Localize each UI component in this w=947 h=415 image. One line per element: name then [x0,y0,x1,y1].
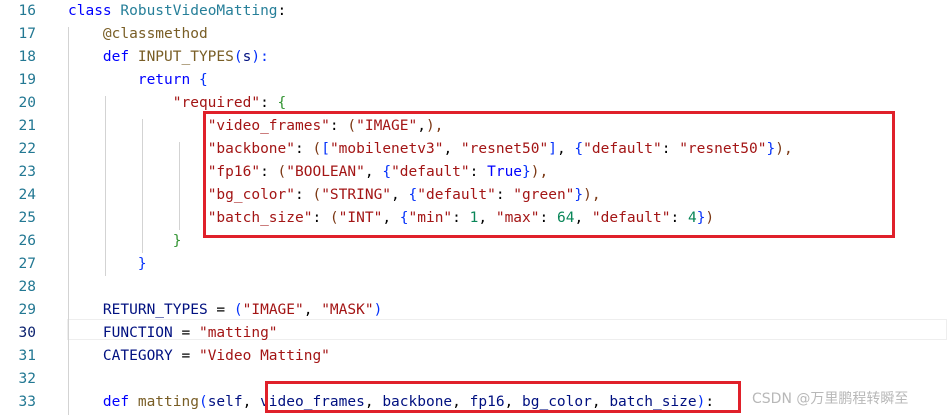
code-text: FUNCTION = "matting" [68,322,278,345]
code-token: matting [137,394,199,410]
indent-guide [105,96,106,276]
code-token: "Video Matting" [198,348,330,364]
code-token: INPUT_TYPES [137,49,234,65]
line-number: 19 [18,72,36,88]
code-line[interactable]: 18 def INPUT_TYPES(s): [0,46,947,69]
code-token: , [242,394,261,410]
code-token: RobustVideoMatting [120,3,278,19]
watermark: CSDN @万里鹏程转瞬至 [752,387,909,411]
code-line[interactable]: 28 [0,276,947,299]
code-line[interactable]: 17 @classmethod [0,23,947,46]
line-number: 28 [18,279,36,295]
code-token: { [198,72,208,88]
code-text: @classmethod [68,23,208,46]
code-token: } [137,256,147,272]
code-token: class [68,3,121,19]
code-token: : [260,95,278,111]
code-token: CATEGORY [102,348,173,364]
line-number: 31 [18,348,36,364]
code-token: , [303,302,322,318]
line-number: 27 [18,256,36,272]
line-number: 16 [18,3,36,19]
code-line[interactable]: 31 CATEGORY = "Video Matting" [0,345,947,368]
code-token: "MASK" [321,302,374,318]
code-editor[interactable]: 16 class RobustVideoMatting: 17 @classmeth… [0,0,947,415]
code-token: return [137,72,199,88]
code-token: "matting" [198,325,278,341]
line-number: 23 [18,164,36,180]
code-token: RETURN_TYPES [102,302,208,318]
code-token: "required" [172,95,261,111]
code-token: { [277,95,287,111]
code-token: self [207,394,243,410]
line-number: 20 [18,95,36,111]
indent-guide [179,142,180,230]
line-number: 17 [18,26,36,42]
code-token: ): [251,49,269,65]
line-number: 30 [18,325,36,341]
code-text: def INPUT_TYPES(s): [68,46,269,69]
code-token: def [102,49,138,65]
code-token: def [102,394,138,410]
code-token: } [172,233,182,249]
code-text: CATEGORY = "Video Matting" [68,345,330,368]
code-line[interactable]: 19 return { [0,69,947,92]
indent-guide [142,119,143,253]
code-token: = [172,348,199,364]
code-token: ( [233,302,243,318]
code-token: = [172,325,199,341]
code-line[interactable]: 16 class RobustVideoMatting: [0,0,947,23]
code-token: ) [373,302,383,318]
highlight-box-required-params [203,111,895,238]
code-token: FUNCTION [102,325,173,341]
code-text: } [68,230,182,253]
code-line[interactable]: 27 } [0,253,947,276]
code-text: return { [68,69,208,92]
highlight-box-matting-args [265,381,741,413]
code-token: : [277,3,287,19]
line-number: 26 [18,233,36,249]
code-line[interactable]: 29 RETURN_TYPES = ("IMAGE", "MASK") [0,299,947,322]
line-number: 24 [18,187,36,203]
code-text: } [68,253,147,276]
code-token: = [207,302,234,318]
line-number: 25 [18,210,36,226]
code-text: RETURN_TYPES = ("IMAGE", "MASK") [68,299,382,322]
indent-guide [68,27,69,415]
line-number: 32 [18,371,36,387]
line-number: 29 [18,302,36,318]
line-number: 18 [18,49,36,65]
code-line[interactable]: 30 FUNCTION = "matting" [0,322,947,345]
code-token: ( [233,49,243,65]
code-text: class RobustVideoMatting: [68,0,286,23]
code-token: "IMAGE" [242,302,304,318]
line-number: 21 [18,118,36,134]
code-token: @classmethod [102,26,208,42]
line-number: 22 [18,141,36,157]
code-token: ( [198,394,208,410]
line-number: 33 [18,394,36,410]
